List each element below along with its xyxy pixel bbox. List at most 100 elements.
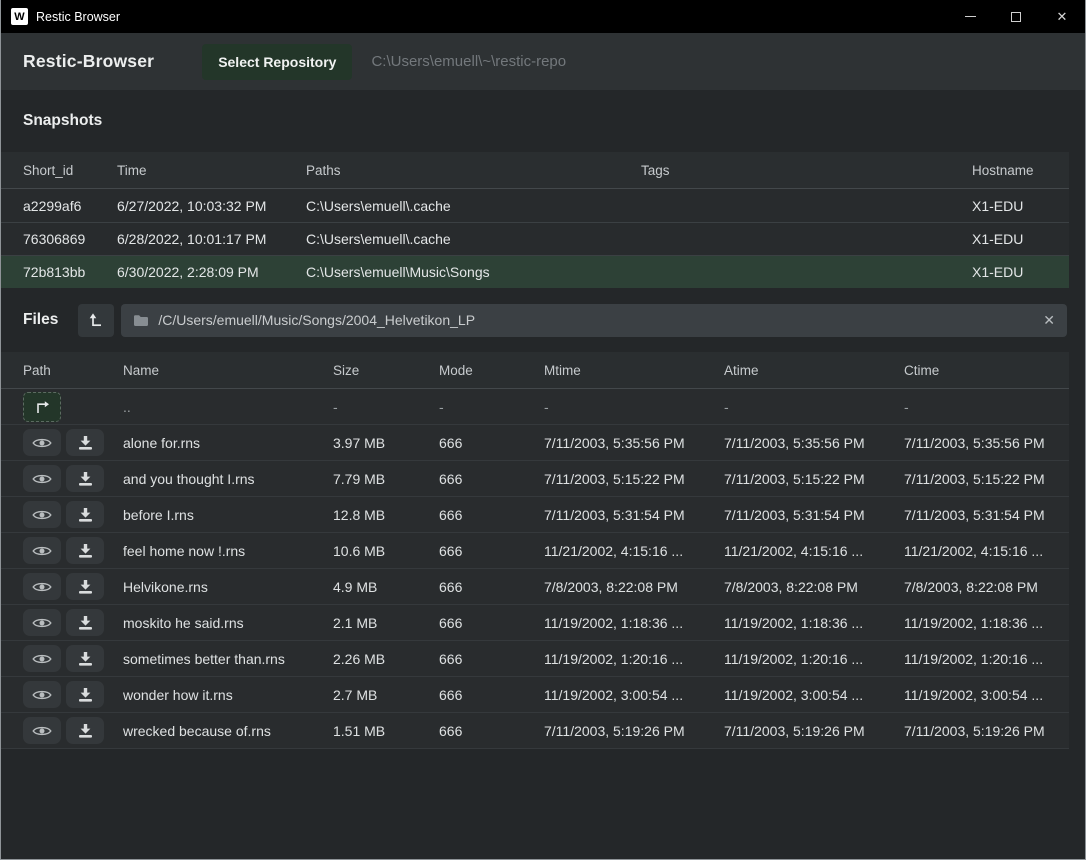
download-icon xyxy=(78,543,93,558)
preview-file-button[interactable] xyxy=(23,465,61,492)
file-mode: 666 xyxy=(439,615,544,631)
file-ctime: 7/11/2003, 5:15:22 PM xyxy=(904,471,1069,487)
file-actions xyxy=(23,609,123,636)
download-file-button[interactable] xyxy=(66,645,104,672)
download-file-button[interactable] xyxy=(66,717,104,744)
file-ctime: 11/19/2002, 1:20:16 ... xyxy=(904,651,1069,667)
file-mode: 666 xyxy=(439,543,544,559)
file-atime: 7/11/2003, 5:31:54 PM xyxy=(724,507,904,523)
download-icon xyxy=(78,507,93,522)
column-header-time: Time xyxy=(117,163,306,178)
file-atime: 7/11/2003, 5:19:26 PM xyxy=(724,723,904,739)
snapshot-paths: C:\Users\emuell\.cache xyxy=(306,198,641,214)
column-header-mode: Mode xyxy=(439,363,544,378)
file-name: wonder how it.rns xyxy=(123,687,333,703)
snapshot-time: 6/30/2022, 2:28:09 PM xyxy=(117,264,306,280)
column-header-tags: Tags xyxy=(641,163,972,178)
download-file-button[interactable] xyxy=(66,609,104,636)
file-ctime: - xyxy=(904,399,1069,415)
files-table: PathNameSizeModeMtimeAtimeCtime ..----- … xyxy=(1,352,1069,749)
file-mode: 666 xyxy=(439,723,544,739)
titlebar: W Restic Browser ✕ xyxy=(1,0,1085,33)
snapshot-time: 6/27/2022, 10:03:32 PM xyxy=(117,198,306,214)
file-row: moskito he said.rns2.1 MB66611/19/2002, … xyxy=(1,605,1069,641)
file-size: 10.6 MB xyxy=(333,543,439,559)
file-name: alone for.rns xyxy=(123,435,333,451)
up-right-arrow-icon xyxy=(34,400,50,414)
snapshot-row[interactable]: 763068696/28/2022, 10:01:17 PMC:\Users\e… xyxy=(1,222,1069,255)
file-mode: 666 xyxy=(439,651,544,667)
column-header-path: Path xyxy=(23,363,123,378)
close-icon: ✕ xyxy=(1057,9,1068,25)
download-file-button[interactable] xyxy=(66,429,104,456)
file-row: wonder how it.rns2.7 MB66611/19/2002, 3:… xyxy=(1,677,1069,713)
select-repository-button[interactable]: Select Repository xyxy=(202,44,352,80)
file-mode: 666 xyxy=(439,687,544,703)
snapshot-row[interactable]: a2299af66/27/2022, 10:03:32 PMC:\Users\e… xyxy=(1,189,1069,222)
file-name: moskito he said.rns xyxy=(123,615,333,631)
download-file-button[interactable] xyxy=(66,501,104,528)
file-mtime: 11/19/2002, 1:18:36 ... xyxy=(544,615,724,631)
download-file-button[interactable] xyxy=(66,537,104,564)
download-icon xyxy=(78,651,93,666)
preview-file-button[interactable] xyxy=(23,429,61,456)
files-table-header: PathNameSizeModeMtimeAtimeCtime xyxy=(1,352,1069,389)
minimize-button[interactable] xyxy=(947,0,993,33)
level-up-button[interactable] xyxy=(78,304,114,337)
download-icon xyxy=(78,615,93,630)
wails-logo-icon: W xyxy=(11,8,28,25)
download-icon xyxy=(78,687,93,702)
file-ctime: 11/19/2002, 1:18:36 ... xyxy=(904,615,1069,631)
preview-file-button[interactable] xyxy=(23,645,61,672)
download-icon xyxy=(78,435,93,450)
preview-file-button[interactable] xyxy=(23,609,61,636)
file-name: before I.rns xyxy=(123,507,333,523)
file-row: feel home now !.rns10.6 MB66611/21/2002,… xyxy=(1,533,1069,569)
file-atime: 11/19/2002, 1:20:16 ... xyxy=(724,651,904,667)
file-mode: 666 xyxy=(439,507,544,523)
repository-path: C:\Users\emuell\~\restic-repo xyxy=(371,53,566,70)
download-file-button[interactable] xyxy=(66,573,104,600)
file-size: 4.9 MB xyxy=(333,579,439,595)
file-ctime: 11/21/2002, 4:15:16 ... xyxy=(904,543,1069,559)
preview-file-button[interactable] xyxy=(23,537,61,564)
file-mtime: 7/11/2003, 5:31:54 PM xyxy=(544,507,724,523)
app-header: Restic-Browser Select Repository C:\User… xyxy=(1,33,1085,90)
file-name: Helvikone.rns xyxy=(123,579,333,595)
file-name: feel home now !.rns xyxy=(123,543,333,559)
file-row: alone for.rns3.97 MB6667/11/2003, 5:35:5… xyxy=(1,425,1069,461)
download-file-button[interactable] xyxy=(66,465,104,492)
eye-icon xyxy=(32,508,52,522)
file-actions xyxy=(23,392,123,422)
snapshot-time: 6/28/2022, 10:01:17 PM xyxy=(117,231,306,247)
file-mtime: 11/21/2002, 4:15:16 ... xyxy=(544,543,724,559)
download-icon xyxy=(78,471,93,486)
column-header-atime: Atime xyxy=(724,363,904,378)
file-path-bar[interactable]: /C/Users/emuell/Music/Songs/2004_Helveti… xyxy=(121,304,1067,337)
column-header-size: Size xyxy=(333,363,439,378)
file-size: - xyxy=(333,399,439,415)
go-up-button[interactable] xyxy=(23,392,61,422)
download-file-button[interactable] xyxy=(66,681,104,708)
preview-file-button[interactable] xyxy=(23,573,61,600)
file-size: 1.51 MB xyxy=(333,723,439,739)
column-header-short_id: Short_id xyxy=(23,163,117,178)
snapshot-short_id: 72b813bb xyxy=(23,264,117,280)
file-row: wrecked because of.rns1.51 MB6667/11/200… xyxy=(1,713,1069,749)
download-icon xyxy=(78,579,93,594)
file-name: .. xyxy=(123,399,333,415)
close-button[interactable]: ✕ xyxy=(1039,0,1085,33)
path-clear-icon[interactable]: ✕ xyxy=(1043,312,1055,329)
file-actions xyxy=(23,465,123,492)
file-atime: 11/19/2002, 1:18:36 ... xyxy=(724,615,904,631)
file-row: and you thought I.rns7.79 MB6667/11/2003… xyxy=(1,461,1069,497)
preview-file-button[interactable] xyxy=(23,501,61,528)
eye-icon xyxy=(32,688,52,702)
eye-icon xyxy=(32,724,52,738)
maximize-button[interactable] xyxy=(993,0,1039,33)
file-row: ..----- xyxy=(1,389,1069,425)
preview-file-button[interactable] xyxy=(23,681,61,708)
file-ctime: 7/11/2003, 5:31:54 PM xyxy=(904,507,1069,523)
snapshot-row[interactable]: 72b813bb6/30/2022, 2:28:09 PMC:\Users\em… xyxy=(1,255,1069,288)
preview-file-button[interactable] xyxy=(23,717,61,744)
